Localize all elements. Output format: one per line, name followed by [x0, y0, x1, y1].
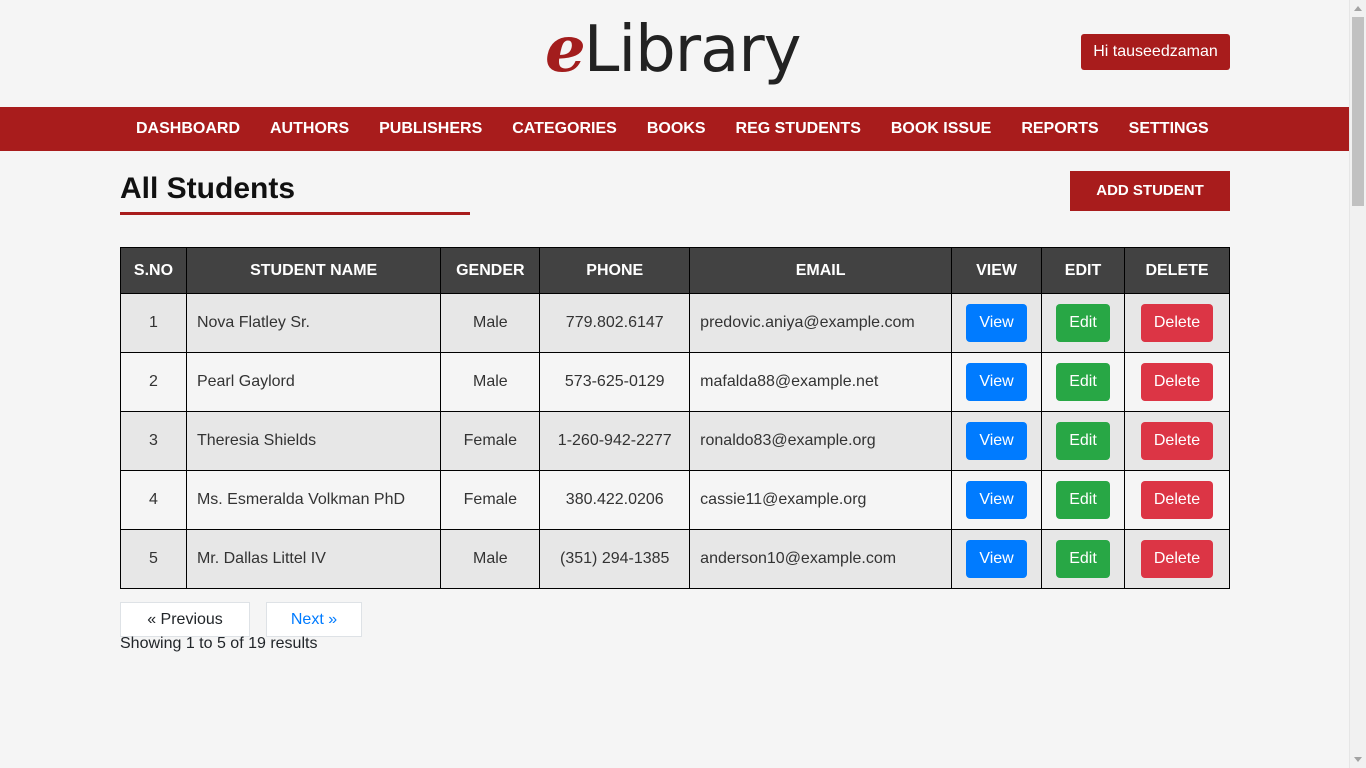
cell-student-name: Mr. Dallas Littel IV [185, 529, 442, 589]
cell-gender: Male [440, 352, 541, 412]
nav-categories[interactable]: CATEGORIES [497, 107, 632, 151]
cell-sno: 5 [120, 529, 187, 589]
main-navbar: DASHBOARD AUTHORS PUBLISHERS CATEGORIES … [0, 107, 1349, 151]
cell-email: predovic.aniya@example.com [689, 293, 953, 353]
col-header-sno: S.NO [120, 247, 187, 294]
vertical-scrollbar[interactable] [1349, 0, 1366, 768]
cell-phone: 380.422.0206 [539, 470, 691, 530]
cell-delete: Delete [1124, 293, 1230, 353]
nav-books[interactable]: BOOKS [632, 107, 721, 151]
view-button[interactable]: View [966, 481, 1028, 519]
cell-gender: Female [440, 411, 541, 471]
col-header-delete: DELETE [1124, 247, 1230, 294]
nav-publishers[interactable]: PUBLISHERS [364, 107, 497, 151]
cell-student-name: Pearl Gaylord [185, 352, 442, 412]
cell-edit: Edit [1041, 411, 1125, 471]
col-header-view: VIEW [951, 247, 1043, 294]
col-header-edit: EDIT [1041, 247, 1125, 294]
view-button[interactable]: View [966, 304, 1028, 342]
view-button[interactable]: View [966, 422, 1028, 460]
col-header-email: EMAIL [689, 247, 953, 294]
cell-gender: Male [440, 529, 541, 589]
nav-dashboard[interactable]: DASHBOARD [121, 107, 255, 151]
cell-edit: Edit [1041, 293, 1125, 353]
view-button[interactable]: View [966, 363, 1028, 401]
results-summary: Showing 1 to 5 of 19 results [120, 635, 318, 652]
scroll-up-arrow-icon[interactable] [1354, 6, 1362, 11]
edit-button[interactable]: Edit [1056, 304, 1111, 342]
table-row: 5 Mr. Dallas Littel IV Male (351) 294-13… [120, 529, 1230, 589]
delete-button[interactable]: Delete [1141, 304, 1213, 342]
cell-email: cassie11@example.org [689, 470, 953, 530]
cell-email: mafalda88@example.net [689, 352, 953, 412]
cell-student-name: Nova Flatley Sr. [185, 293, 442, 353]
table-row: 1 Nova Flatley Sr. Male 779.802.6147 pre… [120, 293, 1230, 353]
table-row: 3 Theresia Shields Female 1-260-942-2277… [120, 411, 1230, 471]
nav-authors[interactable]: AUTHORS [255, 107, 364, 151]
nav-reports[interactable]: REPORTS [1006, 107, 1113, 151]
col-header-student-name: STUDENT NAME [185, 247, 442, 294]
table-row: 2 Pearl Gaylord Male 573-625-0129 mafald… [120, 352, 1230, 412]
elibrary-logo[interactable]: eLibrary [545, 12, 801, 88]
add-student-button[interactable]: ADD STUDENT [1070, 171, 1230, 211]
view-button[interactable]: View [966, 540, 1028, 578]
edit-button[interactable]: Edit [1056, 422, 1111, 460]
cell-delete: Delete [1124, 470, 1230, 530]
cell-view: View [951, 529, 1043, 589]
delete-button[interactable]: Delete [1141, 540, 1213, 578]
cell-student-name: Ms. Esmeralda Volkman PhD [185, 470, 442, 530]
cell-delete: Delete [1124, 529, 1230, 589]
cell-phone: 1-260-942-2277 [539, 411, 691, 471]
pagination: « Previous Next » [120, 602, 362, 637]
scrollbar-thumb[interactable] [1352, 17, 1364, 206]
cell-sno: 1 [120, 293, 187, 353]
cell-gender: Male [440, 293, 541, 353]
logo-text: Library [583, 13, 802, 87]
col-header-phone: PHONE [539, 247, 691, 294]
cell-phone: 779.802.6147 [539, 293, 691, 353]
cell-view: View [951, 293, 1043, 353]
cell-email: anderson10@example.com [689, 529, 953, 589]
cell-view: View [951, 352, 1043, 412]
cell-phone: (351) 294-1385 [539, 529, 691, 589]
edit-button[interactable]: Edit [1056, 363, 1111, 401]
delete-button[interactable]: Delete [1141, 422, 1213, 460]
edit-button[interactable]: Edit [1056, 540, 1111, 578]
page-title: All Students [120, 172, 296, 205]
nav-settings[interactable]: SETTINGS [1114, 107, 1224, 151]
nav-book-issue[interactable]: BOOK ISSUE [876, 107, 1006, 151]
cell-phone: 573-625-0129 [539, 352, 691, 412]
title-underline [120, 212, 470, 215]
next-page-button[interactable]: Next » [266, 602, 362, 637]
edit-button[interactable]: Edit [1056, 481, 1111, 519]
nav-reg-students[interactable]: REG STUDENTS [721, 107, 876, 151]
cell-edit: Edit [1041, 529, 1125, 589]
cell-edit: Edit [1041, 470, 1125, 530]
cell-edit: Edit [1041, 352, 1125, 412]
user-menu-button[interactable]: Hi tauseedzaman [1081, 34, 1230, 70]
header: eLibrary Hi tauseedzaman [0, 0, 1349, 107]
logo-e: e [545, 12, 586, 87]
cell-gender: Female [440, 470, 541, 530]
cell-sno: 2 [120, 352, 187, 412]
col-header-gender: GENDER [440, 247, 541, 294]
cell-student-name: Theresia Shields [185, 411, 442, 471]
scroll-down-arrow-icon[interactable] [1354, 757, 1362, 762]
table-row: 4 Ms. Esmeralda Volkman PhD Female 380.4… [120, 470, 1230, 530]
cell-delete: Delete [1124, 352, 1230, 412]
cell-sno: 4 [120, 470, 187, 530]
cell-email: ronaldo83@example.org [689, 411, 953, 471]
students-table: S.NO STUDENT NAME GENDER PHONE EMAIL VIE… [120, 247, 1230, 589]
cell-view: View [951, 411, 1043, 471]
cell-sno: 3 [120, 411, 187, 471]
delete-button[interactable]: Delete [1141, 481, 1213, 519]
cell-view: View [951, 470, 1043, 530]
delete-button[interactable]: Delete [1141, 363, 1213, 401]
table-header-row: S.NO STUDENT NAME GENDER PHONE EMAIL VIE… [120, 247, 1230, 294]
previous-page-button[interactable]: « Previous [120, 602, 250, 637]
cell-delete: Delete [1124, 411, 1230, 471]
